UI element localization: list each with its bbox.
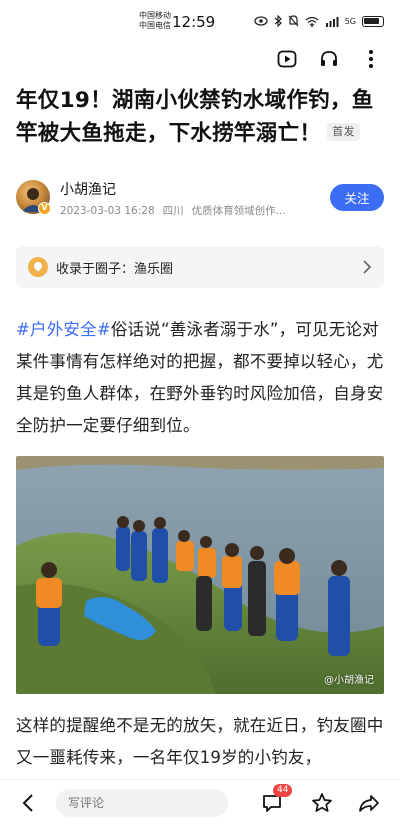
location-pin-icon	[28, 257, 48, 277]
video-play-icon[interactable]	[276, 48, 298, 70]
comment-count-badge: 44	[273, 784, 293, 797]
bluetooth-icon	[274, 15, 282, 27]
first-publish-badge: 首发	[327, 123, 360, 141]
signal-icon	[325, 16, 339, 27]
article-title: 年仅19！湖南小伙禁钓水域作钓，鱼竿被大鱼拖走，下水捞竿溺亡！ 首发	[16, 84, 388, 150]
comment-input[interactable]	[56, 789, 228, 817]
author-meta: 2023-03-03 16:28 四川 优质体育领域创作...	[60, 203, 294, 218]
photo-scene	[16, 456, 384, 694]
carrier-labels: 中国移动 中国电信	[139, 11, 171, 31]
more-vertical-icon[interactable]	[360, 48, 382, 70]
headphones-icon[interactable]	[318, 48, 340, 70]
system-icons: 5G	[254, 15, 384, 27]
publish-date: 2023-03-03 16:28	[60, 205, 155, 217]
author-description: 优质体育领域创作...	[191, 205, 286, 217]
article-title-text: 年仅19！湖南小伙禁钓水域作钓，鱼竿被大鱼拖走，下水捞竿溺亡！	[16, 88, 374, 146]
hashtag-link[interactable]: #户外安全#	[16, 320, 111, 339]
chevron-right-icon	[363, 260, 372, 274]
share-icon[interactable]	[358, 792, 380, 814]
star-icon[interactable]	[311, 792, 333, 814]
bottom-bar: 44	[0, 779, 400, 825]
author-row: V 小胡渔记 2023-03-03 16:28 四川 优质体育领域创作... 关注	[16, 178, 384, 222]
status-time: 12:59	[172, 13, 216, 31]
verified-icon: V	[38, 202, 51, 215]
back-icon[interactable]	[18, 792, 40, 814]
wifi-icon	[305, 16, 319, 27]
article-photo[interactable]: @小胡渔记	[16, 456, 384, 694]
carrier-2: 中国电信	[139, 21, 171, 30]
photo-watermark: @小胡渔记	[324, 675, 374, 686]
article-toolbar	[276, 44, 400, 74]
network-label: 5G	[344, 16, 356, 26]
eye-icon	[254, 16, 268, 26]
paragraph-1: #户外安全#俗话说“善泳者溺于水”，可见无论对某件事情有怎样绝对的把握，都不要掉…	[16, 314, 386, 442]
circle-card[interactable]: 收录于圈子：渔乐圈	[16, 246, 384, 288]
publish-location: 四川	[162, 205, 184, 217]
follow-button[interactable]: 关注	[330, 184, 384, 211]
bell-off-icon	[288, 15, 299, 27]
circle-text: 收录于圈子：渔乐圈	[56, 262, 174, 277]
battery-icon	[362, 15, 384, 27]
status-bar: 中国移动 中国电信 12:59 5G	[0, 0, 400, 44]
paragraph-2: 这样的提醒绝不是无的放矢，就在近日，钓友圈中又一噩耗传来，一名年仅19岁的小钓友…	[16, 716, 384, 767]
author-name[interactable]: 小胡渔记	[60, 179, 116, 199]
carrier-1: 中国移动	[139, 11, 171, 20]
